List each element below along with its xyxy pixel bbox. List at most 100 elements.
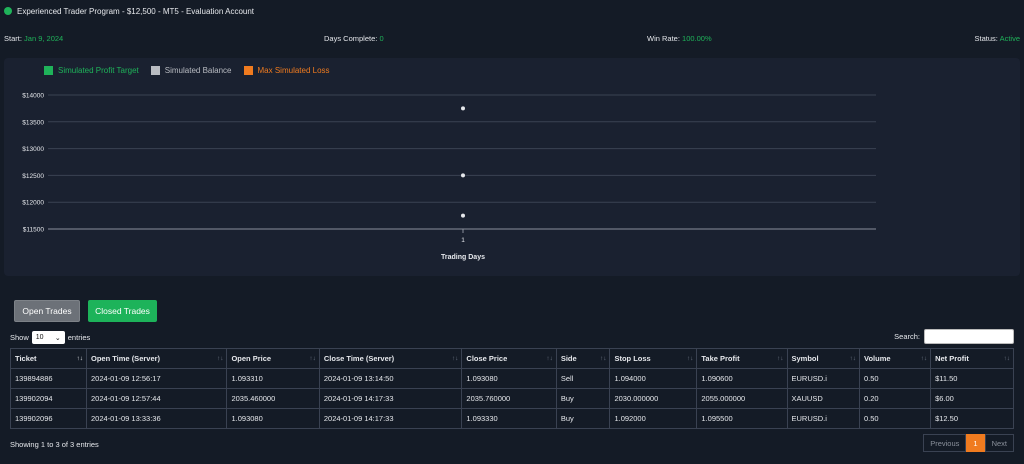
column-header[interactable]: Side ↑↓ — [555, 348, 611, 369]
table-cell: 139902094 — [10, 388, 87, 409]
sort-icon: ↑↓ — [216, 355, 224, 362]
table-cell: 1.093080 — [226, 408, 320, 429]
table-cell: XAUUSD — [786, 388, 860, 409]
sort-icon: ↑↓ — [920, 355, 928, 362]
column-header-label: Open Price — [231, 354, 272, 363]
column-header-label: Volume — [864, 354, 891, 363]
table-row: 139902094 2024-01-09 12:57:44 2035.460000 2… — [10, 388, 1014, 409]
chevron-down-icon: ⌄ — [54, 334, 61, 342]
table-cell: 2024-01-09 12:56:17 — [85, 368, 228, 389]
stat-start-label: Start: — [4, 34, 22, 43]
stat-days-label: Days Complete: — [324, 34, 378, 43]
table-header-row: Ticket ↑↓ Open Time (Server) ↑↓ Open Price ↑↓… — [10, 348, 1014, 369]
column-header-label: Side — [560, 354, 577, 363]
table-cell: 139894886 — [10, 368, 87, 389]
table-cell: 2024-01-09 14:17:33 — [318, 408, 463, 429]
table-row: 139902096 2024-01-09 13:33:36 1.093080 2024… — [10, 408, 1014, 429]
table-cell: 2030.000000 — [609, 388, 698, 409]
table-cell: $12.50 — [930, 408, 1014, 429]
table-cell: Sell — [555, 368, 611, 389]
column-header-label: Net Profit — [935, 354, 969, 363]
previous-page-button[interactable]: Previous — [923, 434, 967, 452]
sort-icon: ↑↓ — [546, 355, 553, 362]
table-cell: 1.090600 — [696, 368, 788, 389]
column-header[interactable]: Symbol ↑↓ — [786, 348, 860, 369]
entries-label: entries — [67, 333, 91, 342]
open-trades-button[interactable]: Open Trades — [14, 300, 80, 322]
table-cell: 2024-01-09 13:33:36 — [85, 408, 228, 429]
sort-icon: ↑↓ — [849, 355, 857, 362]
table-cell: 139902096 — [10, 408, 87, 429]
column-header[interactable]: Net Profit ↑↓ — [930, 348, 1014, 369]
data-point — [461, 213, 465, 218]
stat-status-label: Status: — [974, 34, 998, 43]
column-header[interactable]: Take Profit ↑↓ — [696, 348, 788, 369]
sort-icon: ↑↓ — [599, 355, 607, 362]
stat-days-complete: Days Complete: 0 — [324, 34, 384, 43]
table-cell: 1.093080 — [461, 368, 557, 389]
column-header-label: Open Time (Server) — [90, 354, 161, 363]
column-header-label: Stop Loss — [614, 354, 651, 363]
data-point — [461, 173, 465, 178]
table-cell: 2035.760000 — [461, 388, 557, 409]
table-cell: 1.092000 — [609, 408, 698, 429]
table-cell: Buy — [555, 408, 611, 429]
pagination: Previous 1 Next — [923, 434, 1014, 452]
table-info: Showing 1 to 3 of 3 entries — [10, 440, 99, 449]
page-1-button[interactable]: 1 — [966, 434, 985, 452]
search-input[interactable] — [924, 329, 1014, 344]
table-cell: EURUSD.i — [786, 408, 860, 429]
table-controls: Show 10 ⌄ entries Search: — [10, 329, 1014, 345]
stat-winrate-value: 100.00% — [682, 34, 712, 43]
search-label: Search: — [894, 332, 920, 341]
stat-start: Start: Jan 9, 2024 — [4, 34, 63, 43]
x-axis-label: Trading Days — [441, 254, 485, 261]
table-cell: 2024-01-09 13:14:50 — [318, 368, 463, 389]
chart-plot-area: $14000 $13500 $13000 $12500 $12000 $11500 1 Tra… — [22, 93, 876, 261]
entries-select-value: 10 — [35, 334, 44, 341]
search-control: Search: — [894, 329, 1014, 344]
column-header-label: Take Profit — [701, 354, 740, 363]
stat-win-rate: Win Rate: 100.00% — [647, 34, 712, 43]
sort-icon: ↑↓ — [309, 355, 316, 362]
sort-icon: ↑↓ — [451, 355, 459, 362]
stat-start-value: Jan 9, 2024 — [24, 34, 64, 43]
y-tick-label: $13000 — [22, 146, 44, 153]
y-tick-label: $12000 — [22, 200, 44, 207]
balance-chart: Simulated Profit Target Simulated Balanc… — [4, 58, 1020, 276]
column-header[interactable]: Stop Loss ↑↓ — [609, 348, 698, 369]
show-label: Show — [10, 333, 29, 342]
column-header[interactable]: Open Price ↑↓ — [226, 348, 320, 369]
column-header[interactable]: Open Time (Server) ↑↓ — [85, 348, 228, 369]
table-cell: $6.00 — [930, 388, 1014, 409]
account-stats: Start: Jan 9, 2024 Days Complete: 0 Win … — [0, 34, 1024, 44]
sort-icon: ↑↓ — [686, 355, 694, 362]
table-cell: $11.50 — [930, 368, 1014, 389]
account-header: Experienced Trader Program - $12,500 - M… — [4, 5, 254, 17]
column-header[interactable]: Close Price ↑↓ — [461, 348, 557, 369]
y-tick-label: $13500 — [22, 119, 44, 126]
column-header-label: Close Time (Server) — [323, 354, 395, 363]
table-cell: 1.095500 — [696, 408, 788, 429]
column-header-label: Symbol — [791, 354, 819, 363]
sort-icon: ↑↓ — [1003, 355, 1011, 362]
next-page-button[interactable]: Next — [984, 434, 1014, 452]
table-row: 139894886 2024-01-09 12:56:17 1.093310 2024… — [10, 368, 1014, 389]
x-tick-label: 1 — [461, 237, 465, 244]
table-cell: 0.50 — [858, 368, 932, 389]
stat-status-value: Active — [999, 34, 1020, 43]
closed-trades-button[interactable]: Closed Trades — [88, 300, 157, 322]
stat-days-value: 0 — [379, 34, 384, 43]
account-title: Experienced Trader Program - $12,500 - M… — [17, 6, 255, 16]
table-cell: 2035.460000 — [226, 388, 320, 409]
column-header[interactable]: Volume ↑↓ — [858, 348, 932, 369]
stat-winrate-label: Win Rate: — [647, 34, 680, 43]
table-cell: Buy — [555, 388, 611, 409]
sort-icon: ↑↓ — [777, 355, 784, 362]
column-header-label: Close Price — [466, 354, 508, 363]
column-header[interactable]: Ticket ↑↓ — [10, 348, 87, 369]
column-header[interactable]: Close Time (Server) ↑↓ — [318, 348, 463, 369]
stat-status: Status: Active — [975, 34, 1020, 43]
entries-select[interactable]: 10 ⌄ — [31, 331, 65, 344]
table-body: 139894886 2024-01-09 12:56:17 1.093310 2024… — [10, 368, 1014, 429]
